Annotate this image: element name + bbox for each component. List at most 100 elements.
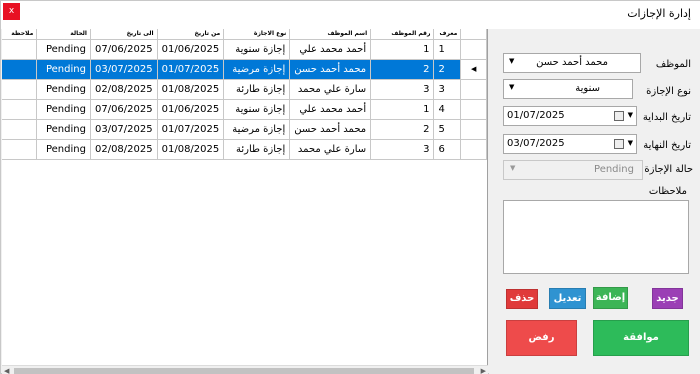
column-header-to-date[interactable]: الى تاريخ xyxy=(90,29,158,40)
cell-notes[interactable] xyxy=(2,39,38,60)
cell-employee-name[interactable]: سارة علي محمد xyxy=(289,139,372,160)
scrollbar-thumb[interactable] xyxy=(14,368,474,374)
cell-id[interactable]: 6 xyxy=(433,139,462,160)
add-button[interactable]: إضافة xyxy=(593,287,628,309)
cell-leave-type[interactable]: إجازة مرضية xyxy=(223,59,291,80)
cell-to-date[interactable]: 02/08/2025 xyxy=(90,139,158,160)
edit-button[interactable]: تعديل xyxy=(549,288,586,309)
cell-employee-name[interactable]: محمد أحمد حسن xyxy=(289,119,372,140)
chevron-down-icon: ▼ xyxy=(510,164,516,172)
cell-to-date[interactable]: 02/08/2025 xyxy=(90,79,158,100)
table-row[interactable]: Pending 02/08/2025 01/08/2025 إجازة طارئة سا… xyxy=(2,139,487,160)
cell-id[interactable]: 2 xyxy=(433,59,462,80)
chevron-down-icon: ▼ xyxy=(627,111,633,119)
cell-to-date[interactable]: 03/07/2025 xyxy=(90,119,158,140)
row-header[interactable] xyxy=(460,139,487,160)
cell-employee-id[interactable]: 1 xyxy=(370,39,435,60)
leaves-table: ملاحظة الحالة الى تاريخ من تاريخ نوع الا… xyxy=(2,29,487,160)
row-header[interactable] xyxy=(460,79,487,100)
cell-leave-type[interactable]: إجازة سنوية xyxy=(223,99,291,120)
leaves-grid[interactable]: ملاحظة الحالة الى تاريخ من تاريخ نوع الا… xyxy=(2,29,488,374)
cell-to-date[interactable]: 07/06/2025 xyxy=(90,99,158,120)
start-date-picker[interactable]: 01/07/2025 ▼ xyxy=(503,106,637,126)
start-date-value: 01/07/2025 xyxy=(507,110,565,121)
cell-leave-type[interactable]: إجازة مرضية xyxy=(223,119,291,140)
cell-to-date[interactable]: 07/06/2025 xyxy=(90,39,158,60)
chevron-down-icon: ▼ xyxy=(509,57,515,65)
cell-employee-id[interactable]: 3 xyxy=(370,139,435,160)
cell-employee-name[interactable]: محمد أحمد حسن xyxy=(289,59,372,80)
cell-id[interactable]: 1 xyxy=(433,39,462,60)
cell-from-date[interactable]: 01/06/2025 xyxy=(157,39,225,60)
row-header[interactable] xyxy=(460,99,487,120)
cell-notes[interactable] xyxy=(2,79,38,100)
new-button[interactable]: جديد xyxy=(652,288,683,309)
column-header-employee-name[interactable]: اسم الموظف xyxy=(289,29,372,40)
cell-id[interactable]: 4 xyxy=(433,99,462,120)
row-header[interactable] xyxy=(460,119,487,140)
row-header-corner xyxy=(460,29,487,40)
cell-from-date[interactable]: 01/07/2025 xyxy=(157,119,225,140)
employee-label: الموظف xyxy=(655,59,691,70)
cell-status[interactable]: Pending xyxy=(36,79,91,100)
cell-from-date[interactable]: 01/06/2025 xyxy=(157,99,225,120)
column-header-id[interactable]: معرف xyxy=(433,29,462,40)
table-row[interactable]: Pending 03/07/2025 01/07/2025 إجازة مرضية مح… xyxy=(2,119,487,140)
leave-type-selected-value: سنوية xyxy=(575,83,600,94)
cell-employee-name[interactable]: أحمد محمد علي xyxy=(289,39,372,60)
scroll-right-icon[interactable]: ▶ xyxy=(481,367,486,374)
calendar-icon xyxy=(614,139,624,149)
row-header[interactable]: ◀ xyxy=(460,59,487,80)
end-date-value: 03/07/2025 xyxy=(507,138,565,149)
column-header-notes[interactable]: ملاحظة xyxy=(2,29,38,40)
leave-status-dropdown[interactable]: ▼ Pending xyxy=(503,160,643,180)
employee-dropdown[interactable]: ▼ محمد أحمد حسن xyxy=(503,53,641,73)
cell-employee-name[interactable]: أحمد محمد علي xyxy=(289,99,372,120)
column-header-status[interactable]: الحالة xyxy=(36,29,91,40)
cell-from-date[interactable]: 01/07/2025 xyxy=(157,59,225,80)
horizontal-scrollbar[interactable]: ◀ ▶ xyxy=(2,365,488,374)
watermark xyxy=(521,351,691,371)
notes-textarea[interactable] xyxy=(503,200,689,274)
cell-leave-type[interactable]: إجازة طارئة xyxy=(223,79,291,100)
cell-notes[interactable] xyxy=(2,139,38,160)
leave-type-dropdown[interactable]: ▼ سنوية xyxy=(503,79,633,99)
notes-label: ملاحظات xyxy=(648,186,687,197)
cell-status[interactable]: Pending xyxy=(36,39,91,60)
column-header-from-date[interactable]: من تاريخ xyxy=(157,29,225,40)
column-header-leave-type[interactable]: نوع الاجازة xyxy=(223,29,291,40)
cell-status[interactable]: Pending xyxy=(36,59,91,80)
cell-leave-type[interactable]: إجازة طارئة xyxy=(223,139,291,160)
cell-leave-type[interactable]: إجازة سنوية xyxy=(223,39,291,60)
cell-employee-id[interactable]: 2 xyxy=(370,119,435,140)
leave-status-label: حالة الإجازة xyxy=(644,164,693,175)
table-row[interactable]: Pending 07/06/2025 01/06/2025 إجازة سنوية أح… xyxy=(2,39,487,60)
column-header-employee-id[interactable]: رقم الموظف xyxy=(370,29,435,40)
end-date-label: تاريخ النهاية xyxy=(643,140,691,151)
cell-status[interactable]: Pending xyxy=(36,119,91,140)
cell-employee-id[interactable]: 2 xyxy=(370,59,435,80)
table-row[interactable]: Pending 02/08/2025 01/08/2025 إجازة طارئة سا… xyxy=(2,79,487,100)
leave-type-label: نوع الإجازة xyxy=(646,86,691,97)
cell-employee-id[interactable]: 1 xyxy=(370,99,435,120)
row-header[interactable] xyxy=(460,39,487,60)
close-button[interactable]: x xyxy=(3,3,20,20)
cell-status[interactable]: Pending xyxy=(36,139,91,160)
end-date-picker[interactable]: 03/07/2025 ▼ xyxy=(503,134,637,154)
table-row[interactable]: Pending 03/07/2025 01/07/2025 إجازة مرضية مح… xyxy=(2,59,487,80)
cell-id[interactable]: 3 xyxy=(433,79,462,100)
cell-employee-id[interactable]: 3 xyxy=(370,79,435,100)
cell-employee-name[interactable]: سارة علي محمد xyxy=(289,79,372,100)
cell-status[interactable]: Pending xyxy=(36,99,91,120)
cell-notes[interactable] xyxy=(2,99,38,120)
delete-button[interactable]: حذف xyxy=(506,289,538,309)
cell-from-date[interactable]: 01/08/2025 xyxy=(157,139,225,160)
cell-from-date[interactable]: 01/08/2025 xyxy=(157,79,225,100)
cell-to-date[interactable]: 03/07/2025 xyxy=(90,59,158,80)
table-row[interactable]: Pending 07/06/2025 01/06/2025 إجازة سنوية أح… xyxy=(2,99,487,120)
cell-id[interactable]: 5 xyxy=(433,119,462,140)
scroll-left-icon[interactable]: ◀ xyxy=(4,367,9,374)
cell-notes[interactable] xyxy=(2,59,38,80)
cell-notes[interactable] xyxy=(2,119,38,140)
start-date-label: تاريخ البداية xyxy=(642,112,691,123)
